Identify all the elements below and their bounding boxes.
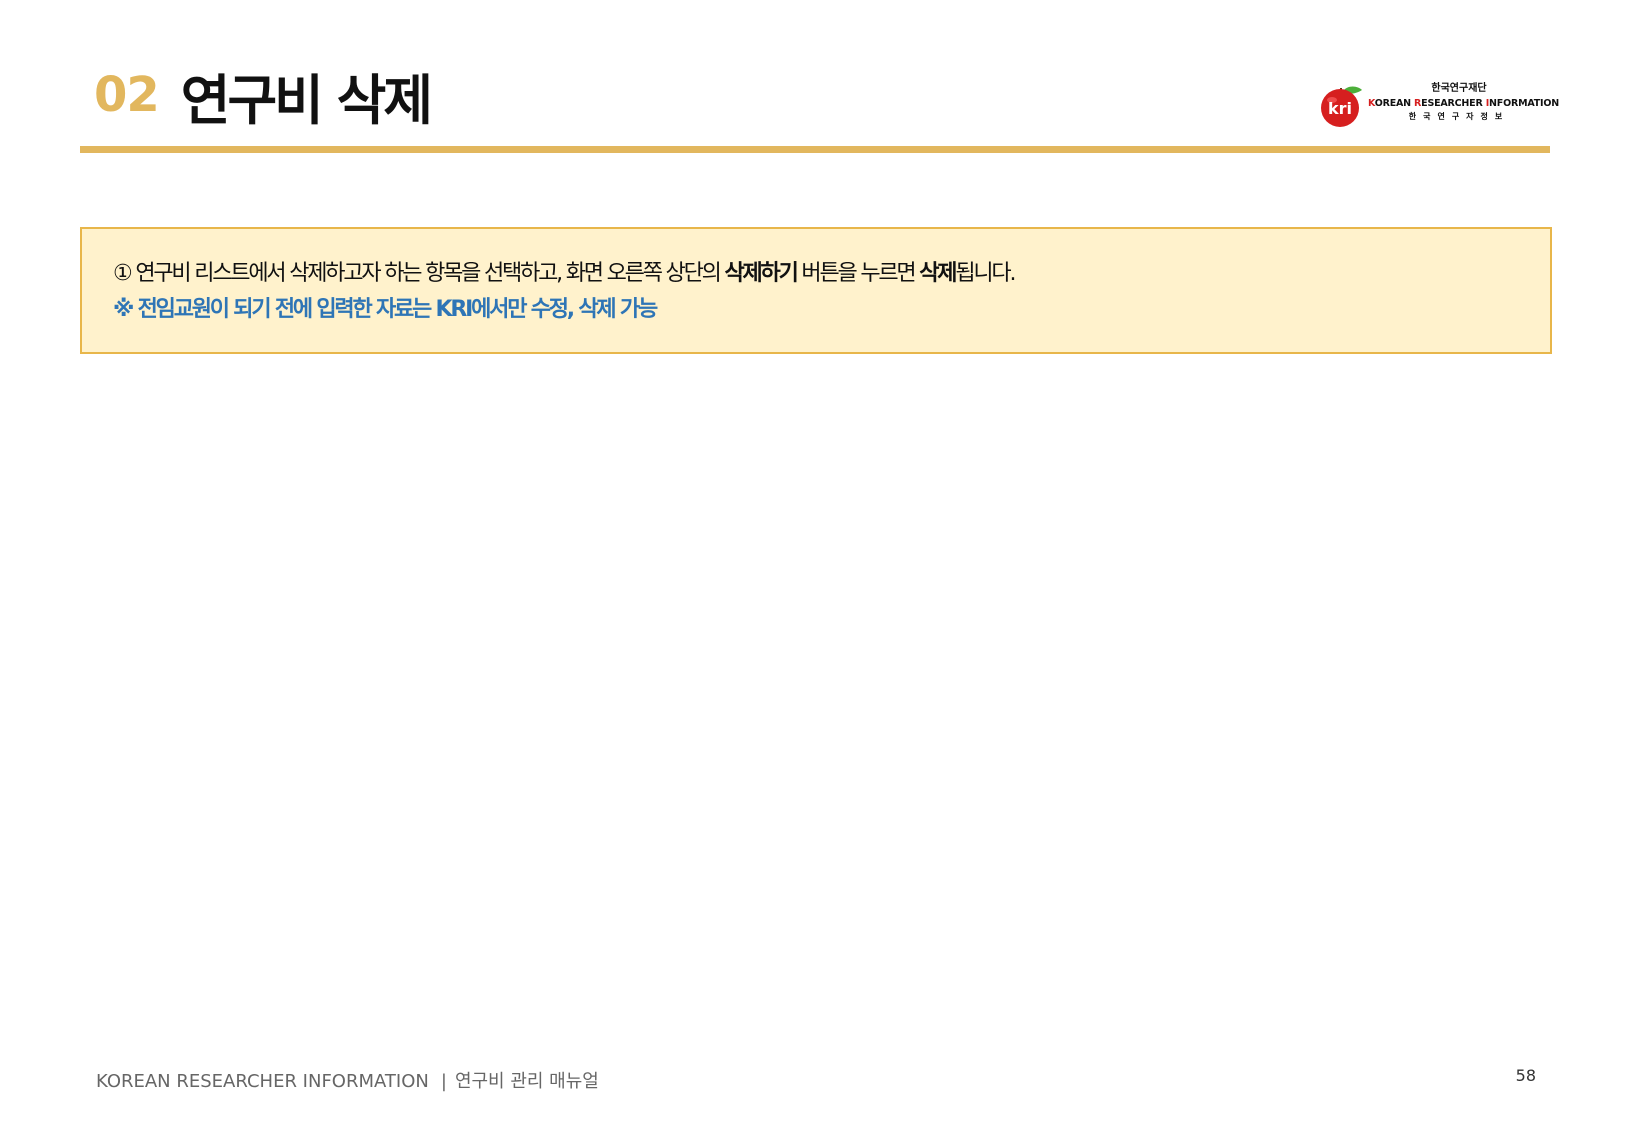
footer: KOREAN RESEARCHER INFORMATION | 연구비 관리 매뉴얼 [96, 1067, 599, 1093]
kri-logo: kri 한국연구재단 KOREAN RESEARCHER INFORMATION… [1318, 80, 1559, 130]
page-header: 02 연구비 삭제 [94, 55, 433, 135]
logo-org-name-en: KOREAN RESEARCHER INFORMATION [1368, 98, 1559, 109]
page-number: 58 [1515, 1066, 1536, 1085]
delete-emphasis: 삭제 [919, 261, 957, 286]
footer-separator: | [440, 1071, 447, 1092]
header-divider [80, 146, 1550, 153]
instruction-text: ① 연구비 리스트에서 삭제하고자 하는 항목을 선택하고, 화면 오른쪽 상단… [113, 261, 1016, 286]
logo-badge-text: kri [1328, 99, 1352, 118]
footer-manual-title: 연구비 관리 매뉴얼 [454, 1071, 599, 1092]
apple-logo-icon: kri [1321, 86, 1362, 127]
notice-warning-text: ※ 전임교원이 되기 전에 입력한 자료는 KRI에서만 수정, 삭제 가능 [113, 297, 658, 322]
logo-org-name-kr: 한국연구재단 [1431, 83, 1487, 94]
delete-button-reference: 삭제하기 [724, 261, 798, 286]
section-number: 02 [94, 67, 160, 123]
logo-text: 한국연구재단 KOREAN RESEARCHER INFORMATION 한국연… [1368, 82, 1559, 122]
footer-org-name: KOREAN RESEARCHER INFORMATION [96, 1071, 429, 1092]
page-title: 연구비 삭제 [180, 68, 433, 132]
logo-sub-text: 한국연구자정보 [1408, 112, 1510, 121]
notice-box: ① 연구비 리스트에서 삭제하고자 하는 항목을 선택하고, 화면 오른쪽 상단… [80, 227, 1552, 354]
